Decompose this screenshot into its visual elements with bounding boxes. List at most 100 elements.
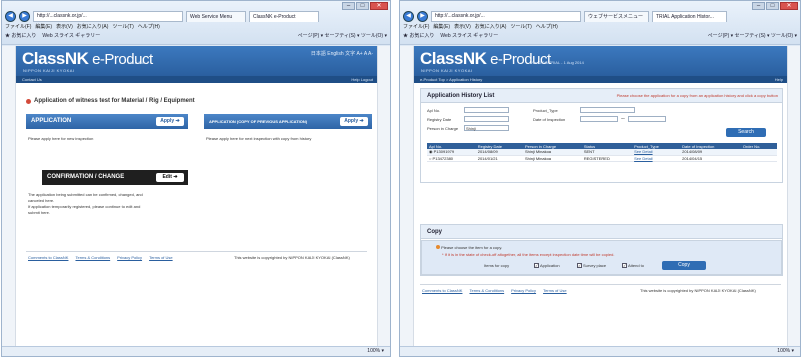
menu-edit[interactable]: 編集(E)	[35, 23, 52, 30]
product-type-input[interactable]	[580, 107, 635, 113]
option-attend-to[interactable]: ✓ Attend to	[622, 263, 644, 269]
address-bar[interactable]: http://...classnk.or.jp/...	[431, 10, 581, 22]
breadcrumb[interactable]: e-Product Top > Application History	[420, 77, 482, 82]
language-font-links[interactable]: 日本語 English 文字 A+ A A-	[311, 50, 373, 57]
confirmation-panel: CONFIRMATION / CHANGE Edit ➔	[42, 170, 188, 185]
footer-terms-of-use-link[interactable]: Terms of Use	[149, 255, 173, 260]
items-for-copy-label: Items for copy	[484, 263, 510, 268]
checkbox-icon: ✓	[622, 263, 627, 269]
zoom-level[interactable]: 100%	[367, 348, 380, 354]
menu-edit[interactable]: 編集(E)	[433, 23, 450, 30]
footer-terms-of-use-link[interactable]: Terms of Use	[543, 288, 567, 293]
menu-view[interactable]: 表示(V)	[56, 23, 73, 30]
help-logout-links[interactable]: Help Logout	[351, 76, 373, 83]
footer-comments-link[interactable]: Comments to ClassNK	[28, 255, 68, 260]
version-label: Ver.0.0.6	[128, 60, 144, 65]
inspection-date-row: Date of Inspection ～	[533, 116, 666, 122]
menu-bar: ファイル(F) 編集(E) 表示(V) お気に入り(A) ツール(T) ヘルプ(…	[5, 23, 160, 30]
menu-tools[interactable]: ツール(T)	[510, 23, 531, 30]
menu-file[interactable]: ファイル(F)	[5, 23, 31, 30]
divider	[26, 251, 367, 252]
apply-button[interactable]: Apply ➔	[156, 117, 184, 126]
menu-tools[interactable]: ツール(T)	[112, 23, 133, 30]
tab-web-service-menu[interactable]: Web Service Menu	[186, 10, 246, 22]
search-button[interactable]: Search	[726, 128, 766, 137]
maximize-button[interactable]: □	[766, 2, 779, 10]
copy-apply-button[interactable]: Apply ➔	[340, 117, 368, 126]
help-link[interactable]: Help	[775, 76, 783, 83]
person-in-charge-input[interactable]: Shinji	[464, 125, 509, 131]
product-type-row: Product_Type	[533, 107, 635, 113]
classnk-logo[interactable]: ClassNK e-Product	[22, 49, 153, 69]
web-slice-gallery[interactable]: Web スライス ギャラリー	[440, 32, 498, 39]
registry-date-row: Registry Date	[427, 116, 509, 122]
tab-web-service-menu[interactable]: ウェブサービスメニュー	[584, 10, 649, 22]
breadcrumb-bar: e-Product Top > Application History Help	[414, 76, 787, 83]
menu-help[interactable]: ヘルプ(H)	[536, 23, 558, 30]
apl-no-input[interactable]	[464, 107, 509, 113]
row-radio-icon[interactable]: ○	[429, 156, 431, 161]
row-radio-icon[interactable]: ◉	[429, 149, 433, 154]
status-bar: 100% ▾	[400, 346, 800, 356]
application-history-page: ClassNK e-Product NIPPON KAIJI KYOKAI Ve…	[413, 46, 788, 346]
inspection-date-to-input[interactable]	[628, 116, 666, 122]
checkbox-icon: ✓	[534, 263, 539, 269]
copy-title: Copy	[421, 225, 782, 239]
table-row[interactable]: ○ P13472380 2014/01/21 Shinji Minakoa RE…	[427, 155, 777, 162]
copyright: This website is copyrighted by NIPPON KA…	[234, 255, 350, 260]
option-survey-place[interactable]: ✓ Survey place	[577, 263, 606, 269]
minimize-button[interactable]: –	[342, 2, 355, 10]
menu-favorites[interactable]: お気に入り(A)	[77, 23, 109, 30]
copyright: This website is copyrighted by NIPPON KA…	[640, 288, 756, 293]
window-controls: – □ ✕	[752, 2, 798, 10]
menu-view[interactable]: 表示(V)	[454, 23, 471, 30]
see-detail-link[interactable]: See Detail	[632, 155, 681, 162]
history-table: Apl No. Registry Date Person in Charge S…	[427, 143, 777, 162]
tab-eproduct[interactable]: ClassNK e-Product	[249, 10, 319, 22]
footer-terms-link[interactable]: Terms & Conditions	[469, 288, 504, 293]
command-bar[interactable]: ページ(P) ▾ セーフティ(S) ▾ ツール(O) ▾	[708, 32, 797, 39]
copy-button[interactable]: Copy	[662, 261, 706, 270]
favorites-star-icon[interactable]: ★ お気に入り	[5, 32, 36, 39]
address-bar[interactable]: http://...classnk.or.jp/...	[33, 10, 183, 22]
option-application[interactable]: ✓ Application	[534, 263, 560, 269]
minimize-button[interactable]: –	[752, 2, 765, 10]
version-label: Ver.0.0.6 TRIAL - 1 Aug 2014	[532, 60, 584, 65]
favorites-bar: ★ お気に入り Web スライス ギャラリー ページ(P) ▾ セーフティ(S)…	[5, 32, 387, 39]
history-list-title: Application History List Please choose t…	[421, 89, 782, 103]
footer-terms-link[interactable]: Terms & Conditions	[75, 255, 110, 260]
tab-application-history[interactable]: TRIAL Application Histor...	[652, 10, 727, 22]
menu-help[interactable]: ヘルプ(H)	[138, 23, 160, 30]
address-row: ◀ ▶ http://...classnk.or.jp/... Web Serv…	[5, 10, 387, 22]
footer-comments-link[interactable]: Comments to ClassNK	[422, 288, 462, 293]
back-icon[interactable]: ◀	[5, 10, 16, 22]
browser-window-left: – □ ✕ ◀ ▶ http://...classnk.or.jp/... We…	[1, 0, 391, 357]
back-icon[interactable]: ◀	[403, 10, 414, 22]
registry-date-input[interactable]	[464, 116, 509, 122]
forward-icon[interactable]: ▶	[417, 10, 428, 22]
inspection-date-from-input[interactable]	[580, 116, 618, 122]
arrow-circle-icon: ➔	[175, 118, 180, 124]
classnk-logo[interactable]: ClassNK e-Product	[420, 49, 551, 69]
edit-button[interactable]: Edit ➔	[156, 173, 184, 182]
zoom-level[interactable]: 100%	[777, 348, 790, 354]
warning-icon	[436, 245, 440, 249]
close-button[interactable]: ✕	[370, 2, 388, 10]
command-bar[interactable]: ページ(P) ▾ セーフティ(S) ▾ ツール(O) ▾	[298, 32, 387, 39]
web-slice-gallery[interactable]: Web スライス ギャラリー	[42, 32, 100, 39]
arrow-circle-icon: ➔	[173, 174, 178, 180]
copy-application-desc: Please apply here for next inspection wi…	[206, 136, 312, 141]
contact-link[interactable]: Contact Us	[22, 77, 42, 82]
logo-subtitle: NIPPON KAIJI KYOKAI	[23, 68, 75, 73]
footer-privacy-link[interactable]: Privacy Policy	[117, 255, 142, 260]
close-button[interactable]: ✕	[780, 2, 798, 10]
forward-icon[interactable]: ▶	[19, 10, 30, 22]
apl-no-row: Apl No.	[427, 107, 509, 113]
footer-privacy-link[interactable]: Privacy Policy	[511, 288, 536, 293]
footer-links: Comments to ClassNK Terms & Conditions P…	[422, 288, 567, 293]
site-header: ClassNK e-Product NIPPON KAIJI KYOKAI Ve…	[16, 46, 377, 76]
menu-file[interactable]: ファイル(F)	[403, 23, 429, 30]
maximize-button[interactable]: □	[356, 2, 369, 10]
menu-favorites[interactable]: お気に入り(A)	[475, 23, 507, 30]
favorites-star-icon[interactable]: ★ お気に入り	[403, 32, 434, 39]
